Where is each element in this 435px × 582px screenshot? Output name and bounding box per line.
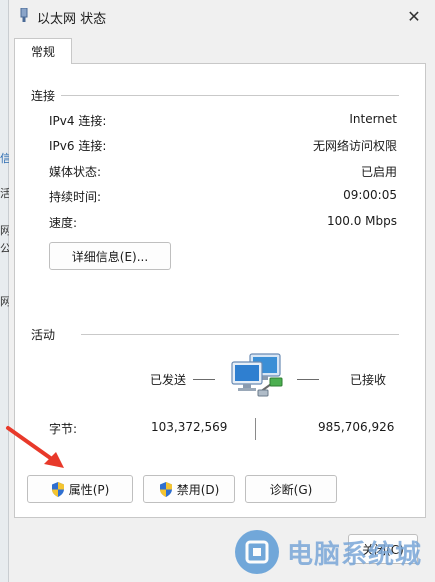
background-fragment: 信 [0,152,9,165]
background-window-edge [0,0,9,582]
uac-shield-icon [51,481,64,497]
close-icon[interactable]: ✕ [399,2,429,30]
background-fragment: 公 [0,242,9,255]
speed-value: 100.0 Mbps [326,214,397,228]
background-fragment: 网 [0,224,9,237]
ipv4-label: IPv4 连接: [49,114,107,128]
section-divider [81,334,399,335]
diagnose-button[interactable]: 诊断(G) [245,475,337,503]
activity-section-title: 活动 [31,328,56,342]
ipv6-label: IPv6 连接: [49,139,107,153]
uac-shield-icon [159,481,172,497]
title-bar: 以太网 状态 ✕ [9,0,435,32]
received-label: 已接收 [350,373,387,387]
annotation-arrow-icon [6,426,64,468]
window-title: 以太网 状态 [37,12,107,27]
background-fragment: 网 [0,295,9,308]
ipv4-value: Internet [349,112,397,126]
watermark: 电脑系统城 [225,522,435,582]
network-adapter-icon [20,8,28,22]
ipv6-value: 无网络访问权限 [312,139,397,153]
sent-connector-line [193,379,215,380]
properties-button-label: 属性(P) [68,482,110,497]
watermark-text: 电脑系统城 [287,539,423,570]
disable-button-label: 禁用(D) [176,482,220,497]
bytes-received-value: 985,706,926 [318,420,395,434]
sent-label: 已发送 [150,373,187,387]
duration-label: 持续时间: [49,190,102,204]
disable-button[interactable]: 禁用(D) [143,475,235,503]
received-connector-line [297,379,319,380]
details-button[interactable]: 详细信息(E)... [49,242,171,270]
bytes-divider [255,418,256,440]
section-divider [61,95,399,96]
bytes-sent-value: 103,372,569 [151,420,228,434]
duration-value: 09:00:05 [343,188,397,202]
background-fragment: 活 [0,187,9,200]
ethernet-status-window: 以太网 状态 ✕ 常规 连接 IPv4 连接: Internet IPv6 连接… [6,0,435,582]
media-state-label: 媒体状态: [49,165,102,179]
watermark-logo-icon [235,530,279,574]
network-computers-icon [231,353,283,397]
connection-section-title: 连接 [31,89,56,103]
tab-general[interactable]: 常规 [14,38,72,64]
media-state-value: 已启用 [360,165,397,179]
speed-label: 速度: [49,216,78,230]
